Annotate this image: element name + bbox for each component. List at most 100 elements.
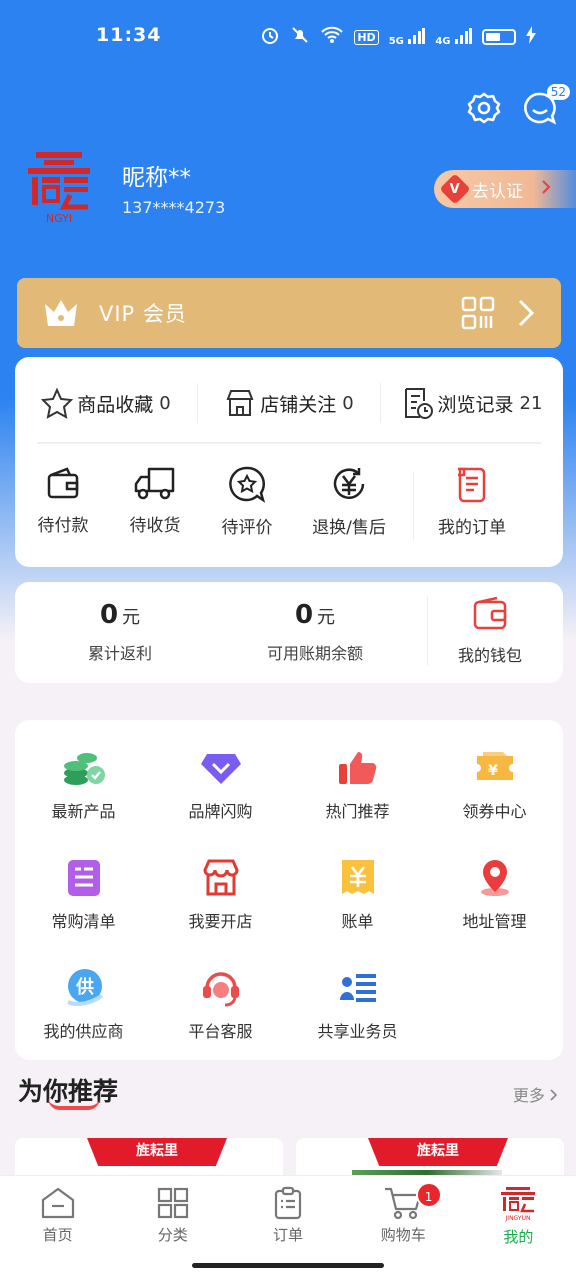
service-customer-support[interactable]: 平台客服 — [152, 968, 289, 1042]
cart-badge: 1 — [415, 1182, 442, 1208]
order-refund[interactable]: 退换/售后 — [293, 465, 405, 545]
browse-history-label: 浏览记录 — [437, 393, 514, 416]
tab-home[interactable]: 首页 — [0, 1176, 115, 1280]
my-orders[interactable]: 我的订单 — [422, 465, 522, 545]
hd-icon: HD — [354, 29, 379, 45]
qr-code-icon[interactable] — [461, 296, 495, 330]
home-icon — [41, 1187, 74, 1219]
tab-home-label: 首页 — [42, 1226, 73, 1244]
service-suppliers[interactable]: 供 我的供应商 — [15, 968, 152, 1042]
phone-number: 137****4273 — [122, 198, 226, 217]
credit-block[interactable]: 0元 可用账期余额 — [245, 600, 385, 664]
wallet-label: 我的钱包 — [457, 646, 522, 665]
4g-signal-icon: 4G — [435, 27, 472, 47]
service-bill-label: 账单 — [341, 912, 374, 931]
wallet-icon — [47, 467, 79, 499]
browse-history[interactable]: 浏览记录 21 — [381, 386, 563, 420]
coins-icon — [63, 753, 105, 785]
credit-label: 可用账期余额 — [266, 644, 363, 663]
status-time: 11:34 — [96, 24, 162, 46]
order-pending-receipt[interactable]: 待收货 — [109, 465, 201, 545]
location-icon — [480, 860, 509, 896]
verify-label: 去认证 — [472, 181, 523, 202]
diamond-icon — [200, 754, 241, 784]
recommend-more-link[interactable]: 更多 — [513, 1082, 558, 1106]
wifi-icon — [320, 25, 344, 49]
favorites-goods-count: 0 — [159, 392, 171, 414]
header-actions: 52 — [466, 84, 570, 126]
favorites-goods[interactable]: 商品收藏 0 — [15, 387, 197, 419]
service-flash-sale[interactable]: 品牌闪购 — [152, 748, 289, 822]
chevron-right-icon — [541, 179, 551, 200]
store-icon — [226, 390, 254, 416]
service-bill[interactable]: 账单 — [289, 858, 426, 932]
service-new-products[interactable]: 最新产品 — [15, 748, 152, 822]
nickname[interactable]: 昵称** — [122, 158, 191, 192]
service-shared-salesman[interactable]: 共享业务员 — [289, 968, 426, 1042]
service-coupon-center[interactable]: ¥ 领券中心 — [426, 748, 563, 822]
coupon-icon: ¥ — [476, 752, 513, 780]
chevron-right-icon — [518, 299, 535, 327]
supplier-icon: 供 — [66, 969, 103, 1006]
recommend-title-underline — [48, 1098, 100, 1110]
service-suppliers-label: 我的供应商 — [43, 1022, 124, 1041]
tab-logo-text: JINGYUN — [505, 1215, 531, 1222]
service-new-products-label: 最新产品 — [51, 802, 116, 821]
divider — [413, 471, 414, 541]
alarm-icon — [260, 25, 280, 49]
net2-label: 4G — [435, 35, 451, 47]
thumbs-up-icon — [338, 752, 376, 784]
order-pending-review[interactable]: 待评价 — [201, 465, 293, 545]
tab-category-label: 分类 — [157, 1226, 188, 1244]
history-icon — [404, 388, 433, 419]
home-indicator[interactable] — [192, 1263, 384, 1268]
yuan-refund-icon — [333, 468, 365, 499]
order-pending-receipt-label: 待收货 — [129, 516, 181, 536]
profile-logo-icon: JINGYUN — [501, 1187, 536, 1222]
service-frequent-list-label: 常购清单 — [51, 912, 116, 931]
list-icon — [67, 860, 100, 896]
divider — [37, 442, 541, 444]
rebate-unit: 元 — [122, 607, 141, 628]
order-icon — [274, 1186, 302, 1220]
svg-text:¥: ¥ — [488, 763, 498, 779]
product-tag: 旌耘里 — [368, 1138, 508, 1166]
rebate-block[interactable]: 0元 累计返利 — [55, 600, 185, 664]
vip-banner[interactable]: VIP 会员 — [17, 278, 561, 348]
salesman-icon — [339, 974, 376, 1002]
profile-section: NGYI 昵称** 137****4273 V 去认证 — [24, 150, 576, 230]
verify-badge-text: V — [449, 181, 461, 197]
settings-button[interactable] — [466, 90, 502, 126]
favorites-stores[interactable]: 店铺关注 0 — [198, 387, 380, 419]
service-customer-support-label: 平台客服 — [188, 1022, 253, 1041]
service-frequent-list[interactable]: 常购清单 — [15, 858, 152, 932]
service-coupon-center-label: 领券中心 — [462, 802, 527, 821]
orders-card: 商品收藏 0 店铺关注 0 浏览记录 21 待付款 待收货 待评价 退换/售后 … — [15, 357, 563, 567]
order-pending-payment[interactable]: 待付款 — [17, 465, 109, 545]
service-open-store-label: 我要开店 — [188, 912, 253, 931]
tab-profile-label: 我的 — [503, 1228, 534, 1246]
service-address[interactable]: 地址管理 — [426, 858, 563, 932]
credit-value: 0 — [294, 600, 314, 630]
mute-icon — [290, 25, 310, 49]
service-open-store[interactable]: 我要开店 — [152, 858, 289, 932]
verify-badge-icon: V — [439, 173, 471, 205]
browse-history-count: 21 — [519, 392, 543, 414]
net1-label: 5G — [388, 35, 404, 47]
logo-text: NGYI — [46, 212, 72, 225]
tab-orders-label: 订单 — [273, 1226, 304, 1244]
avatar[interactable]: NGYI — [24, 150, 94, 226]
service-hot-recommend[interactable]: 热门推荐 — [289, 748, 426, 822]
service-address-label: 地址管理 — [462, 912, 527, 931]
truck-icon — [134, 467, 175, 500]
category-icon — [157, 1187, 188, 1219]
messages-button[interactable]: 52 — [522, 84, 570, 126]
message-badge: 52 — [546, 84, 570, 100]
verify-button[interactable]: V 去认证 — [434, 170, 576, 208]
service-flash-sale-label: 品牌闪购 — [188, 802, 253, 821]
tab-profile[interactable]: JINGYUN 我的 — [461, 1176, 576, 1280]
star-icon — [41, 387, 74, 419]
my-wallet[interactable]: 我的钱包 — [440, 596, 540, 666]
service-shared-salesman-label: 共享业务员 — [317, 1022, 398, 1041]
chevron-right-icon — [550, 1089, 558, 1101]
